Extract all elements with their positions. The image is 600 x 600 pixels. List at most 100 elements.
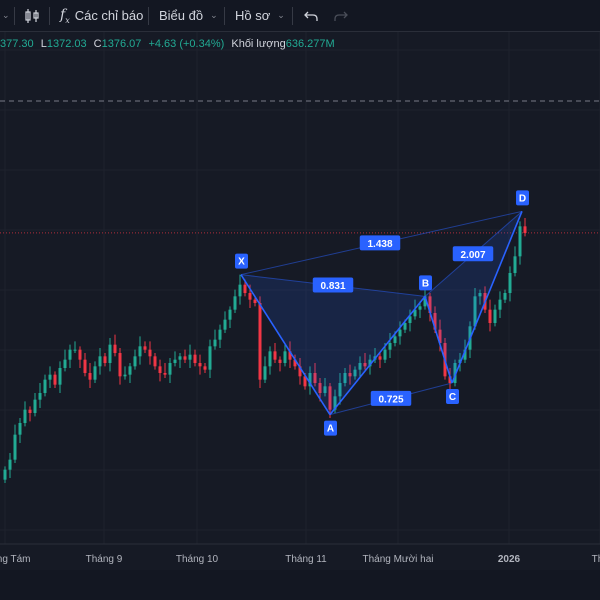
volume-key: Khối lượng xyxy=(231,38,286,50)
candle-body xyxy=(63,359,67,368)
candle-body xyxy=(238,284,242,297)
candle-body xyxy=(263,366,267,380)
close-value: 1376.07 xyxy=(101,38,142,50)
candle-body xyxy=(513,256,517,273)
change-value: +4.63 (+0.34%) xyxy=(148,38,225,50)
bottom-panel xyxy=(0,570,600,600)
pattern-fill-bcd xyxy=(425,211,522,383)
candle-body xyxy=(388,343,392,350)
redo-button[interactable] xyxy=(333,0,349,31)
time-axis-label: Tháng 10 xyxy=(176,554,219,565)
candle-body xyxy=(13,434,17,460)
chart-type-button[interactable] xyxy=(24,0,40,31)
ratio-xb[interactable]: 0.831 xyxy=(320,281,345,292)
candle-body xyxy=(508,273,512,293)
indicators-label: Các chỉ báo xyxy=(74,8,144,23)
function-icon: fx xyxy=(60,6,70,25)
candle-body xyxy=(488,309,492,323)
candle-body xyxy=(58,368,62,385)
candle-body xyxy=(283,351,287,363)
time-axis-label: Tháng 2 xyxy=(592,554,600,565)
candle-body xyxy=(233,296,237,310)
time-axis-label: Tháng Tám xyxy=(0,554,30,565)
candle-body xyxy=(78,349,82,360)
ratio-bd[interactable]: 2.007 xyxy=(460,250,485,261)
candle-body xyxy=(393,336,397,343)
candle-body xyxy=(403,323,407,330)
candle-body xyxy=(518,226,522,257)
candle-body xyxy=(228,309,232,320)
candle-body xyxy=(103,356,107,363)
candle-body xyxy=(398,329,402,337)
candle-body xyxy=(93,366,97,380)
point-label-c[interactable]: C xyxy=(449,392,456,403)
candle-body xyxy=(148,349,152,357)
candle-body xyxy=(173,359,177,363)
candle-body xyxy=(268,351,272,367)
candle-body xyxy=(143,346,147,350)
candle-body xyxy=(48,374,52,380)
candle-body xyxy=(168,363,172,375)
time-axis-label: Tháng 9 xyxy=(86,554,123,565)
candle-body xyxy=(213,339,217,347)
candle-body xyxy=(183,356,187,360)
candle-body xyxy=(273,351,277,360)
candle-body xyxy=(53,374,57,385)
candle-body xyxy=(193,354,197,363)
high-value: 377.30 xyxy=(0,38,34,50)
candle-body xyxy=(138,346,142,357)
divider xyxy=(49,7,50,25)
undo-button[interactable] xyxy=(303,0,319,31)
chart-menu-button[interactable]: Biểu đồ ⌄ xyxy=(159,0,218,31)
chevron-down-icon: ⌄ xyxy=(2,10,10,20)
candle-body xyxy=(153,356,157,367)
volume-value: 636.277M xyxy=(285,38,335,50)
candle-body xyxy=(38,393,42,400)
candle-body xyxy=(243,284,247,293)
candle-body xyxy=(378,356,382,360)
point-label-x[interactable]: X xyxy=(238,257,245,268)
interval-dropdown[interactable]: ⌄ xyxy=(0,0,10,31)
candle-body xyxy=(418,306,422,310)
ratio-ac[interactable]: 0.725 xyxy=(378,394,403,405)
point-label-b[interactable]: B xyxy=(422,278,429,289)
candle-body xyxy=(8,459,12,470)
ratio-xd[interactable]: 1.438 xyxy=(367,239,392,250)
low-value: 1372.03 xyxy=(46,38,87,50)
candle-body xyxy=(223,319,227,330)
candle-body xyxy=(523,226,527,233)
candle-body xyxy=(83,359,87,373)
candle-body xyxy=(88,373,92,380)
candle-body xyxy=(133,356,137,367)
chevron-down-icon: ⌄ xyxy=(277,10,285,20)
profile-menu-button[interactable]: Hồ sơ ⌄ xyxy=(235,0,285,31)
candle-body xyxy=(218,329,222,340)
candle-body xyxy=(188,354,192,360)
candle-body xyxy=(98,356,102,367)
candle-body xyxy=(158,366,162,373)
time-axis-label: Tháng 11 xyxy=(285,554,327,565)
candle-body xyxy=(503,293,507,300)
candle-body xyxy=(18,423,22,435)
chart-canvas[interactable]: 0.831 0.725 2.007 1.438 X A B C D Tháng Tám Tháng… xyxy=(0,32,600,570)
candle-body xyxy=(113,344,117,353)
point-label-a[interactable]: A xyxy=(327,424,334,435)
candle-body xyxy=(383,349,387,360)
candle-body xyxy=(118,353,122,377)
candle-body xyxy=(493,309,497,323)
redo-icon xyxy=(334,11,348,21)
candle-body xyxy=(258,303,262,380)
undo-icon xyxy=(304,11,318,21)
close-key: C xyxy=(93,38,102,50)
point-label-d[interactable]: D xyxy=(519,193,526,204)
price-chart[interactable]: 0.831 0.725 2.007 1.438 X A B C D Tháng Tám Tháng… xyxy=(0,32,600,570)
candlestick-icon xyxy=(25,8,39,23)
candle-body xyxy=(128,366,132,375)
time-axis-label: 2026 xyxy=(498,554,521,565)
candle-body xyxy=(68,349,72,360)
candle-body xyxy=(33,399,37,413)
candle-body xyxy=(278,359,282,363)
indicators-button[interactable]: fx Các chỉ báo xyxy=(60,0,143,31)
time-axis-label: Tháng Mười hai xyxy=(362,554,433,565)
candle-body xyxy=(248,293,252,300)
